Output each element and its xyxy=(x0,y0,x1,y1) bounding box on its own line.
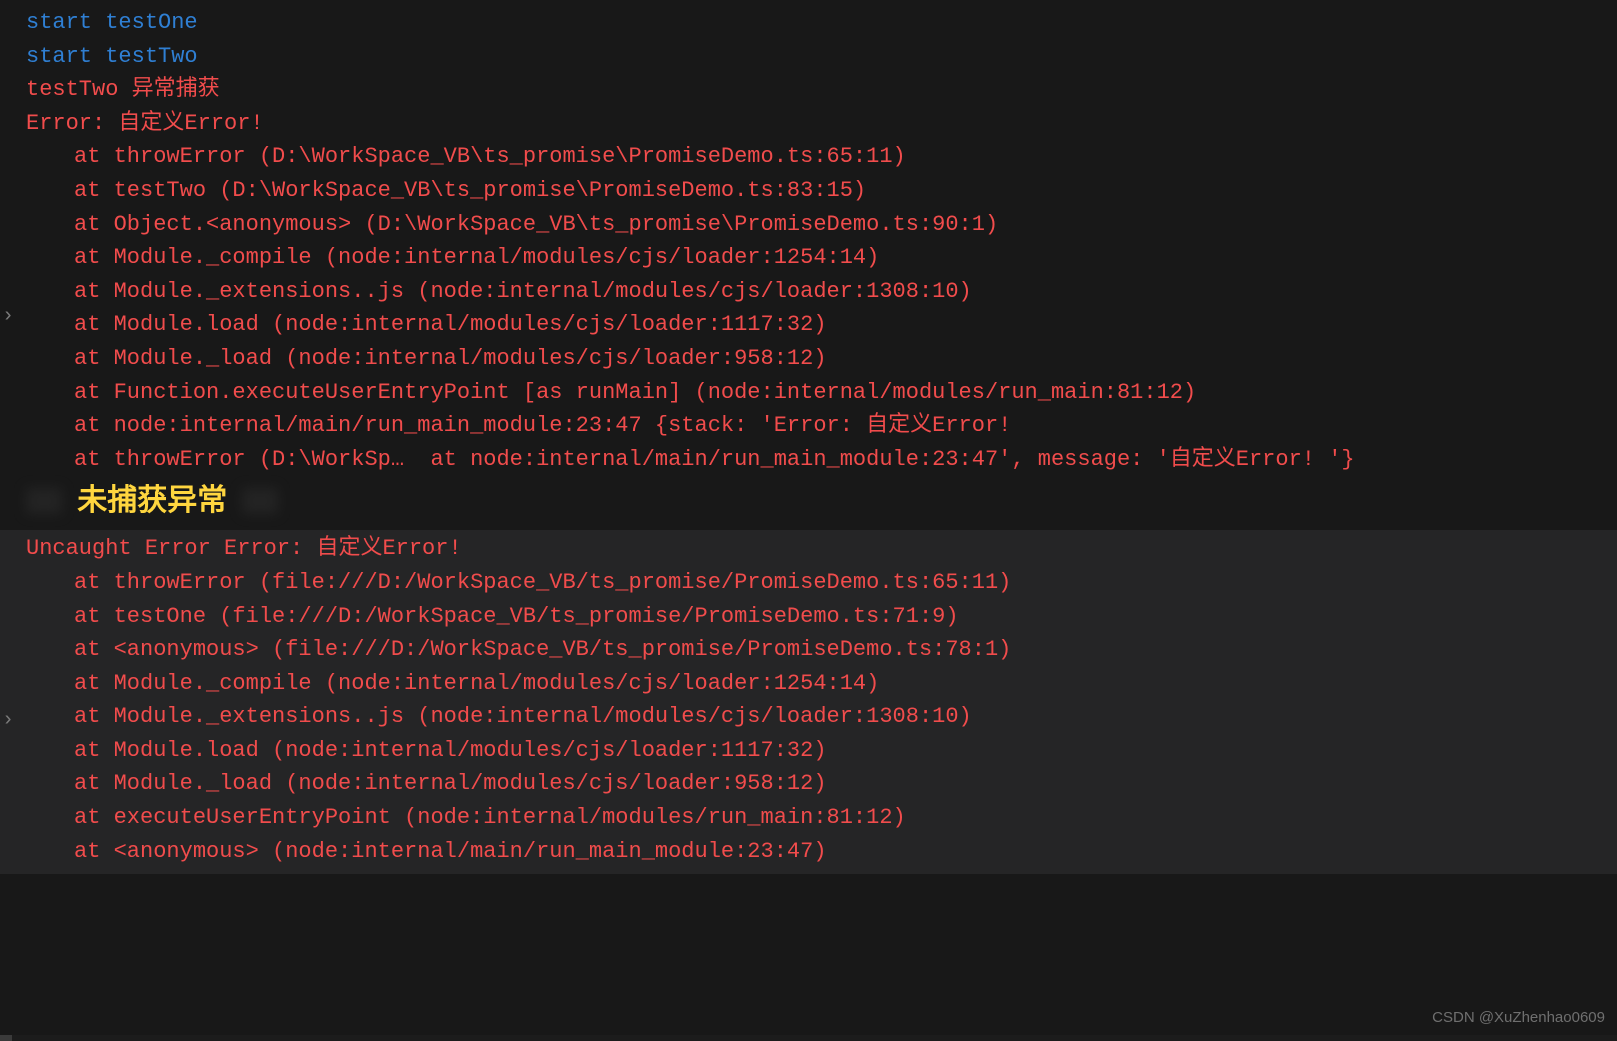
stack-frame: at Module._extensions..js (node:internal… xyxy=(26,275,1617,309)
chevron-right-icon[interactable]: › xyxy=(2,704,14,738)
stack-frame: at <anonymous> (node:internal/main/run_m… xyxy=(26,835,1617,869)
stack-frame: at testTwo (D:\WorkSpace_VB\ts_promise\P… xyxy=(26,174,1617,208)
stack-frame: at Module._load (node:internal/modules/c… xyxy=(26,767,1617,801)
horizontal-scrollbar[interactable] xyxy=(0,1035,1617,1041)
chevron-right-icon[interactable]: › xyxy=(2,300,14,334)
stack-frame: at throwError (D:\WorkSpace_VB\ts_promis… xyxy=(26,140,1617,174)
stack-frame: at Module._compile (node:internal/module… xyxy=(26,667,1617,701)
stack-frame: at Object.<anonymous> (D:\WorkSpace_VB\t… xyxy=(26,208,1617,242)
stack-frame: at node:internal/main/run_main_module:23… xyxy=(26,409,1617,443)
watermark-label: CSDN @XuZhenhao0609 xyxy=(1432,1001,1605,1035)
stack-frame: at Module.load (node:internal/modules/cj… xyxy=(26,308,1617,342)
uncaught-error-header: Uncaught Error Error: 自定义Error! xyxy=(26,532,1617,566)
stack-frame: at <anonymous> (file:///D:/WorkSpace_VB/… xyxy=(26,633,1617,667)
stack-frame: at executeUserEntryPoint (node:internal/… xyxy=(26,801,1617,835)
annotation-label: 未捕获异常 xyxy=(26,484,1617,528)
log-line: start testTwo xyxy=(26,40,1617,74)
uncaught-error-block: Uncaught Error Error: 自定义Error! at throw… xyxy=(0,530,1617,874)
stack-frame: at testOne (file:///D:/WorkSpace_VB/ts_p… xyxy=(26,600,1617,634)
annotation-label-text: 未捕获异常 xyxy=(77,484,227,518)
debug-console: › › start testOne start testTwo testTwo … xyxy=(0,0,1617,1041)
error-header: Error: 自定义Error! xyxy=(26,107,1617,141)
log-line: start testOne xyxy=(26,6,1617,40)
stack-frame: at throwError (D:\WorkSp… at node:intern… xyxy=(26,443,1617,477)
stack-frame: at Module._compile (node:internal/module… xyxy=(26,241,1617,275)
stack-frame: at Module._load (node:internal/modules/c… xyxy=(26,342,1617,376)
stack-frame: at Function.executeUserEntryPoint [as ru… xyxy=(26,376,1617,410)
stack-frame: at Module.load (node:internal/modules/cj… xyxy=(26,734,1617,768)
log-line: testTwo 异常捕获 xyxy=(26,73,1617,107)
blur-decoration xyxy=(242,488,278,514)
blur-decoration xyxy=(26,488,62,514)
stack-frame: at throwError (file:///D:/WorkSpace_VB/t… xyxy=(26,566,1617,600)
stack-frame: at Module._extensions..js (node:internal… xyxy=(26,700,1617,734)
